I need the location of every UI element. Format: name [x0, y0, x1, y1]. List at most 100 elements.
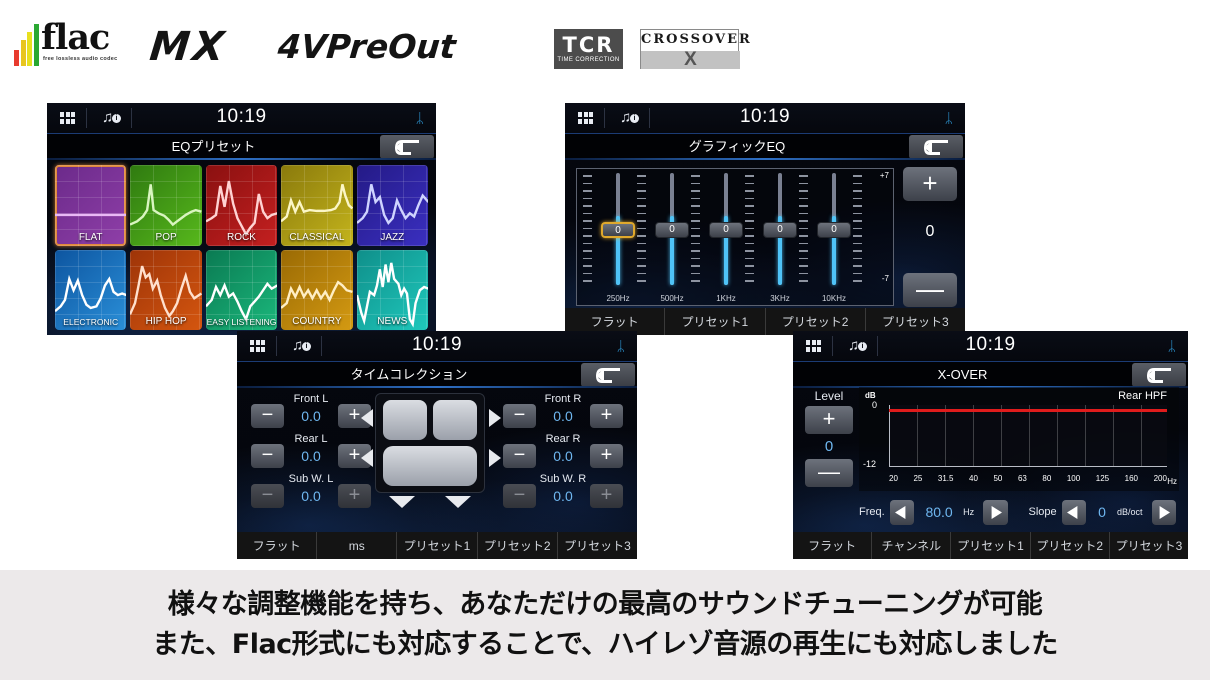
flac-wordmark: flac: [41, 17, 110, 58]
chart-x-tick: 50: [993, 474, 1003, 483]
eq-preset-label: HIP HOP: [145, 316, 187, 327]
preset-tab[interactable]: フラット: [793, 532, 871, 559]
eq-preset-label: ROCK: [227, 231, 256, 243]
chart-plot-area: [889, 405, 1167, 467]
preset-tab[interactable]: プリセット3: [556, 532, 637, 559]
chevron-left-icon: [1067, 505, 1078, 519]
eq-preset-tile[interactable]: EASY LISTENING: [205, 249, 278, 330]
chevron-right-icon: [991, 505, 1002, 519]
eq-preset-tile[interactable]: CLASSICAL: [281, 165, 353, 246]
eq-band-slider[interactable]: 0 3KHz: [763, 173, 797, 303]
preset-tab[interactable]: プリセット1: [664, 308, 764, 335]
title-bar: グラフィックEQ: [565, 134, 965, 160]
page-title: タイムコレクション: [350, 367, 468, 382]
eq-band-slider[interactable]: 0 250Hz: [601, 173, 635, 303]
back-arrow-icon: [596, 367, 620, 383]
eq-level-controls: + 0 —: [903, 167, 957, 307]
caption-line-1: 様々な調整機能を持ち、あなただけの最高のサウンドチューニングが可能: [167, 589, 1043, 620]
mx-logo: MX: [147, 24, 230, 70]
seat-front-right: [433, 400, 477, 440]
time-align-left-column: − Front L 0.0 + − Rear L 0.0 + − Sub W. L 0.0 +: [251, 393, 371, 513]
chart-y-tick-bottom: -12: [863, 459, 877, 469]
eq-preset-tile[interactable]: HIP HOP: [130, 249, 202, 330]
back-arrow-icon: [1147, 367, 1171, 383]
slope-increase-button[interactable]: [1151, 499, 1176, 525]
slider-knob[interactable]: 0: [655, 222, 689, 239]
xover-level-label: Level: [814, 389, 844, 403]
eq-preset-tile[interactable]: ELECTRONIC: [55, 249, 127, 330]
clock-time: 10:19: [739, 106, 791, 127]
eq-band-slider[interactable]: 0 10KHz: [817, 173, 851, 303]
chart-x-ticks: 20 25 31.5 40 50 63 80 100 125 160 200: [889, 474, 1167, 486]
caption-banner: 様々な調整機能を持ち、あなただけの最高のサウンドチューニングが可能 また、Fla…: [0, 570, 1210, 680]
eq-preset-tile[interactable]: POP: [130, 165, 202, 246]
preset-tab[interactable]: プリセット1: [950, 532, 1029, 559]
xover-level-decrease-button[interactable]: —: [805, 459, 853, 487]
time-align-channel-row: − Front R 0.0 +: [503, 393, 623, 433]
chart-x-tick: 160: [1124, 474, 1139, 483]
preset-tab[interactable]: プリセット1: [396, 532, 476, 559]
eq-tick-lane: [799, 173, 808, 285]
chart-y-tick-top: 0: [872, 400, 878, 410]
eq-preset-label: CLASSICAL: [289, 231, 345, 243]
eq-band-slider[interactable]: 0 500Hz: [655, 173, 689, 303]
preset-tab[interactable]: プリセット2: [476, 532, 557, 559]
back-button[interactable]: [380, 135, 434, 159]
chart-x-tick: 100: [1066, 474, 1081, 483]
eq-band-frequency: 250Hz: [606, 294, 630, 303]
back-button[interactable]: [909, 135, 963, 159]
preset-tab[interactable]: プリセット2: [1029, 532, 1109, 559]
back-button[interactable]: [581, 363, 635, 387]
page-title: EQプリセット: [171, 139, 256, 154]
freq-decrease-button[interactable]: [889, 499, 915, 525]
xover-response-chart: dB 0 -12 Rear HPF 20 25 31.5 40 50 63 80 100 125…: [859, 387, 1179, 491]
channel-increase-button[interactable]: +: [590, 404, 623, 428]
back-arrow-icon: [395, 139, 419, 155]
chart-x-tick: 80: [1042, 474, 1052, 483]
slope-unit: dB/oct: [1117, 507, 1143, 517]
eq-preset-tile[interactable]: COUNTRY: [281, 249, 353, 330]
chevron-right-icon: [1159, 505, 1171, 519]
eq-scale-bottom: -7: [881, 274, 889, 283]
chart-x-tick: 20: [889, 474, 898, 483]
speaker-front-right-icon: [489, 409, 501, 427]
slider-knob[interactable]: 0: [817, 222, 851, 239]
slider-knob[interactable]: 0: [601, 222, 635, 239]
xover-level-increase-button[interactable]: +: [805, 406, 853, 434]
status-bar: ♫ i 10:19 ᛦ: [237, 331, 637, 362]
crossover-wordmark: CROSSOVER: [641, 32, 752, 47]
subwoofer-right-icon: [445, 496, 471, 508]
eq-preset-tile[interactable]: ROCK: [205, 165, 278, 246]
back-button[interactable]: [1132, 363, 1186, 387]
eq-preset-tile[interactable]: JAZZ: [356, 165, 428, 246]
preset-tab[interactable]: フラット: [237, 532, 316, 559]
clock-time: 10:19: [965, 334, 1016, 355]
preset-tab[interactable]: プリセット3: [1108, 532, 1188, 559]
caption-line-2: また、Flac形式にも対応することで、ハイレゾ音源の再生にも対応しました: [152, 629, 1058, 660]
bluetooth-icon: ᛦ: [944, 110, 953, 126]
seat-front-left: [383, 400, 427, 440]
freq-increase-button[interactable]: [983, 499, 1008, 525]
preset-tab[interactable]: ms: [316, 532, 396, 559]
speaker-rear-right-icon: [489, 449, 501, 467]
slider-knob[interactable]: 0: [709, 222, 743, 239]
eq-preset-tile[interactable]: NEWS: [356, 249, 428, 330]
title-bar: タイムコレクション: [237, 362, 637, 388]
eq-preset-tile[interactable]: FLAT: [55, 165, 127, 246]
chart-x-axis-label: Hz: [1167, 477, 1177, 486]
channel-increase-button: +: [338, 484, 371, 508]
eq-increase-button[interactable]: +: [903, 167, 957, 201]
eq-band-slider[interactable]: 0 1KHz: [709, 173, 743, 303]
seat-rear-bench: [383, 446, 477, 486]
xover-parameter-bar: Freq. 80.0 Hz Slope 0 dB/oct: [859, 497, 1181, 527]
eq-decrease-button[interactable]: —: [903, 273, 957, 307]
logo-strip: flac free lossless audio codec MX 4VPreO…: [0, 0, 1210, 95]
preset-tab[interactable]: チャンネル: [871, 532, 950, 559]
slider-knob[interactable]: 0: [763, 222, 797, 239]
eq-preset-label: NEWS: [377, 316, 408, 327]
slope-decrease-button[interactable]: [1061, 499, 1087, 525]
flac-bar-2: [27, 32, 32, 66]
screen-xover: ♫i 10:19 ᛦ X-OVER Level + 0 — dB 0 -12: [793, 331, 1188, 559]
channel-increase-button[interactable]: +: [590, 444, 623, 468]
tcr-wordmark: TCR: [562, 33, 615, 57]
